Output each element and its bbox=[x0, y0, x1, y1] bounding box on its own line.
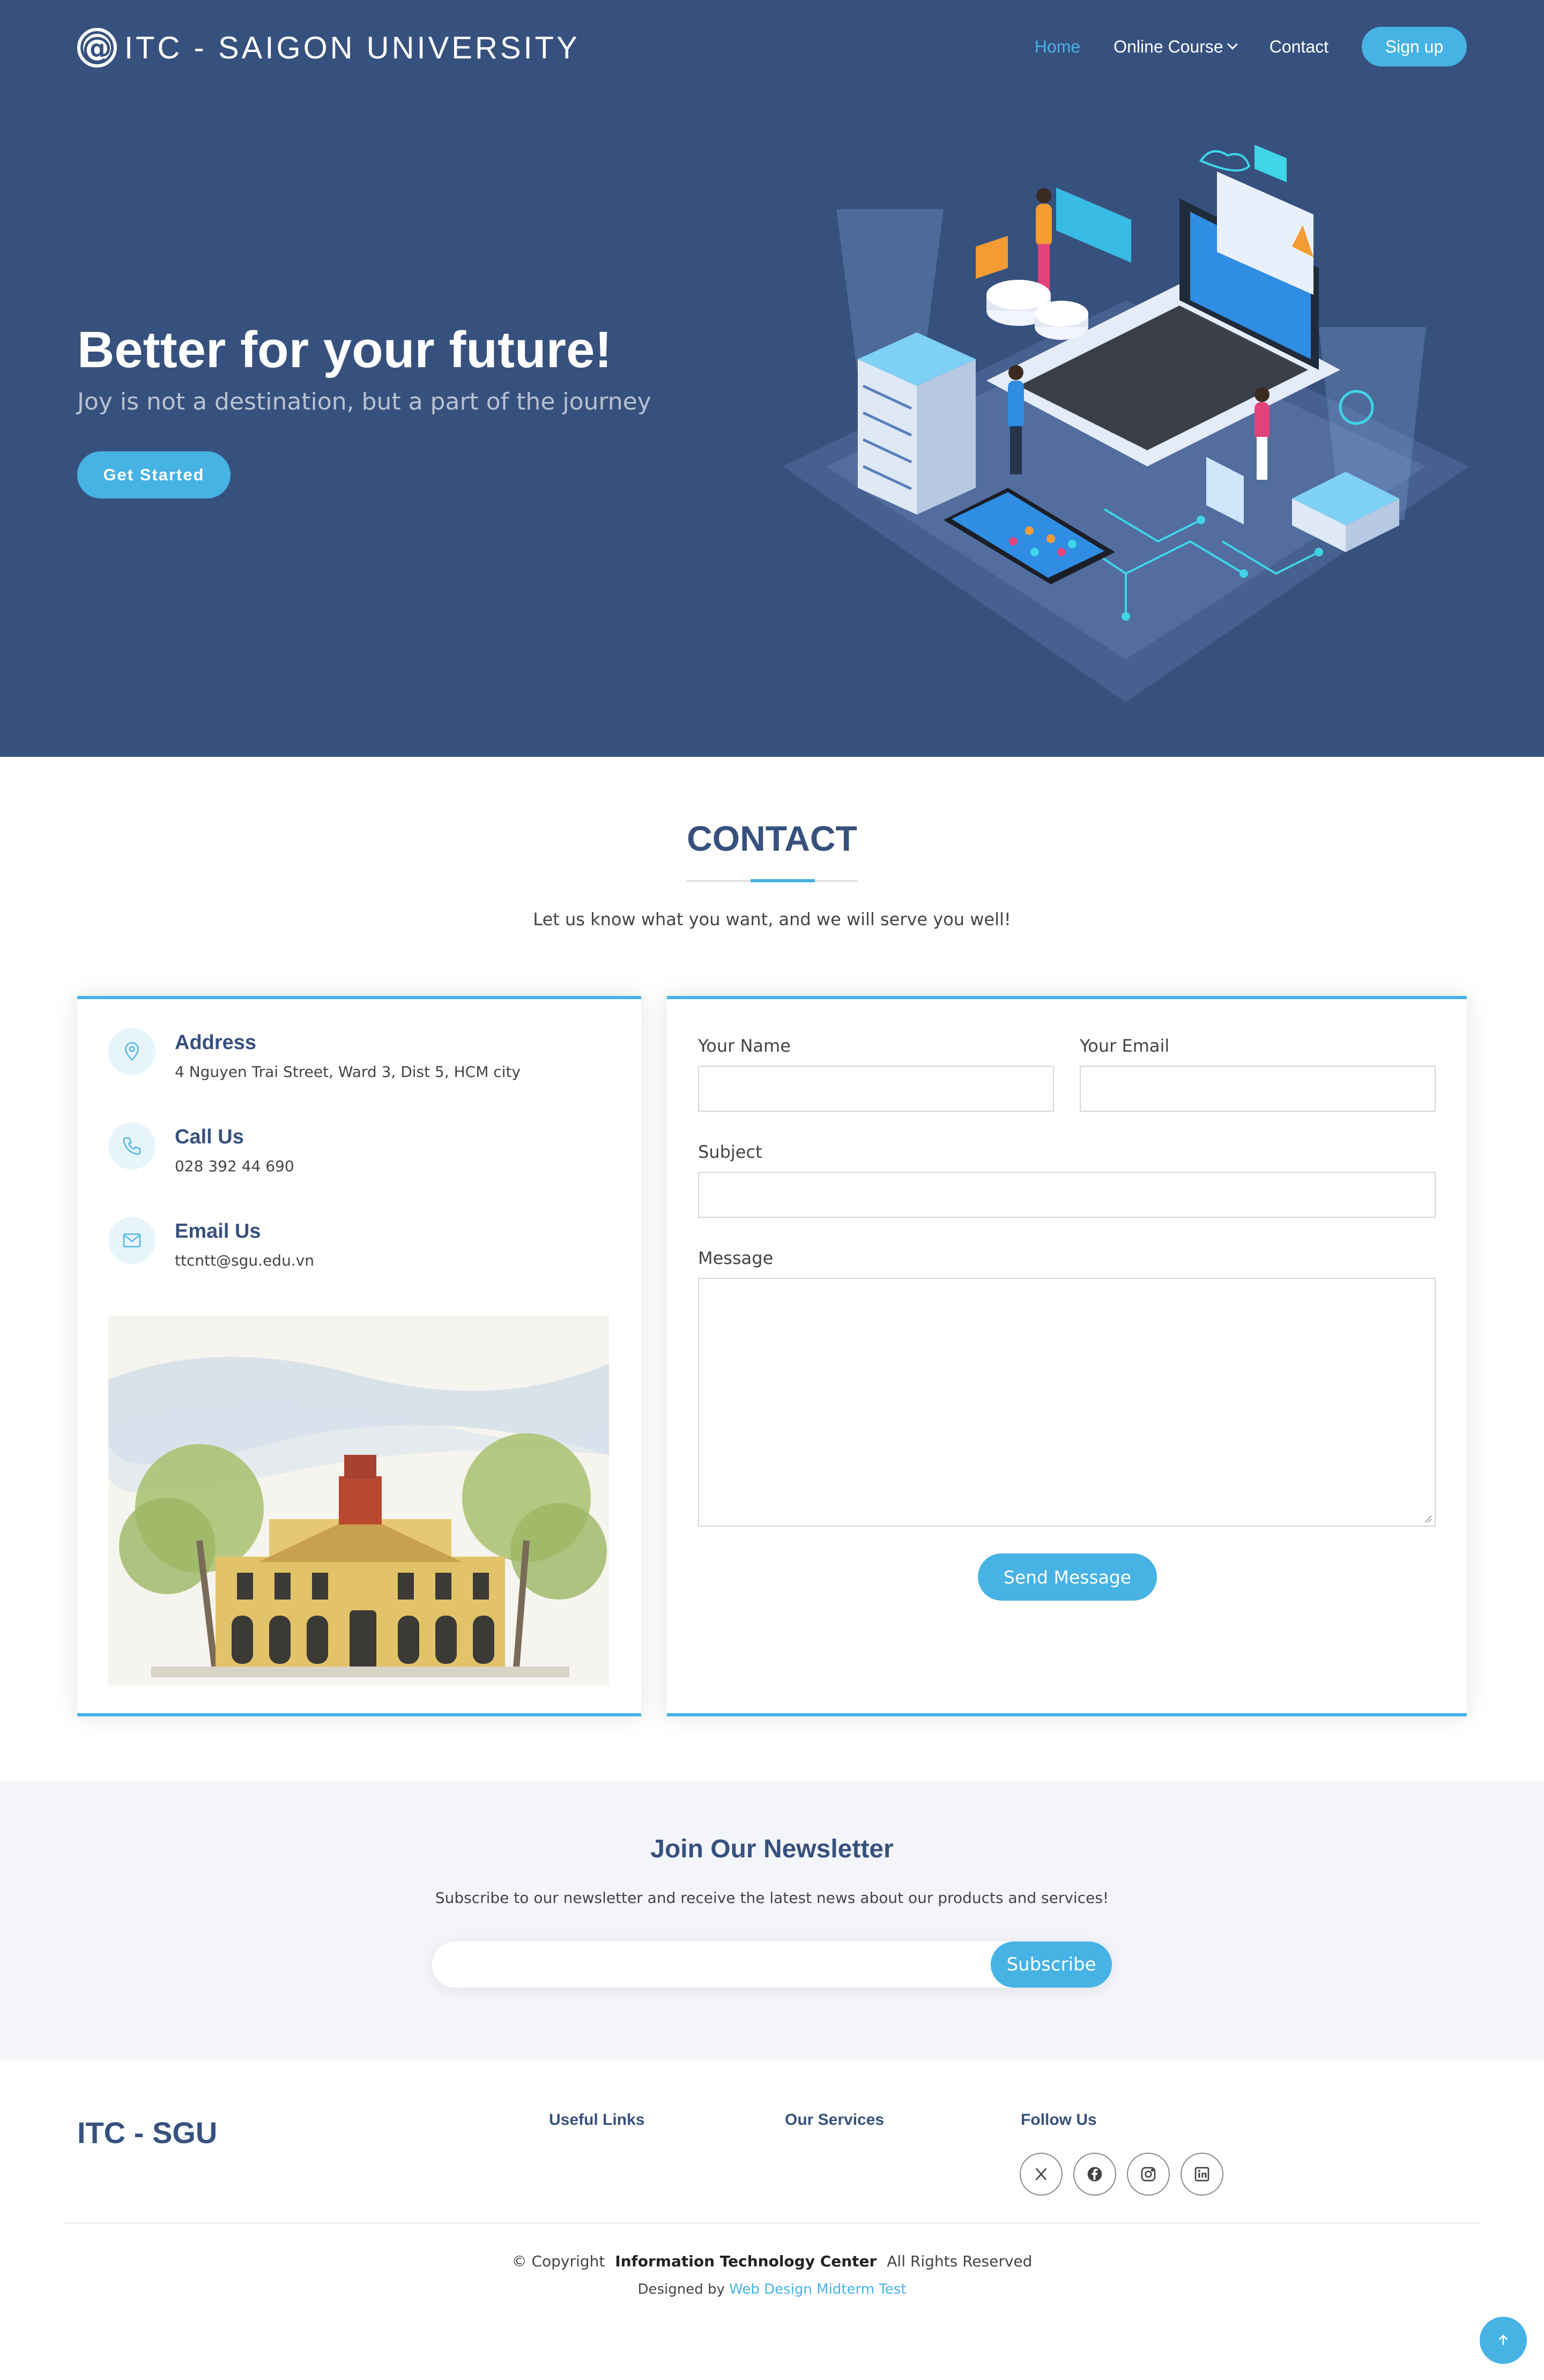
info-email: Email Us ttcntt@sgu.edu.vn bbox=[108, 1217, 314, 1269]
info-address: Address 4 Nguyen Trai Street, Ward 3, Di… bbox=[108, 1028, 521, 1081]
facebook-icon[interactable] bbox=[1073, 2153, 1116, 2196]
main-nav: Home Online Course Contact Sign up bbox=[1001, 27, 1467, 66]
linkedin-icon[interactable] bbox=[1181, 2153, 1223, 2196]
newsletter-email-input[interactable] bbox=[448, 1942, 984, 1988]
instagram-icon[interactable] bbox=[1127, 2153, 1170, 2196]
resize-handle-icon[interactable] bbox=[1424, 1515, 1432, 1523]
name-input[interactable] bbox=[698, 1066, 1054, 1112]
map-pin-icon bbox=[108, 1028, 155, 1075]
subject-label: Subject bbox=[698, 1142, 762, 1162]
footer-brand[interactable]: ITC - SGU bbox=[77, 2115, 217, 2150]
university-building-painting bbox=[108, 1315, 609, 1685]
credits-text: Designed by Web Design Midterm Test bbox=[0, 2281, 1544, 2297]
contact-info-card: Address 4 Nguyen Trai Street, Ward 3, Di… bbox=[77, 996, 641, 1716]
at-sign-logo-icon: @ bbox=[77, 28, 117, 68]
contact-section-title: CONTACT bbox=[687, 819, 857, 858]
contact-form-card: Your Name Your Email Subject Message Sen… bbox=[667, 996, 1467, 1716]
arrow-up-icon bbox=[1498, 2334, 1508, 2345]
hero-section: @ ITC - SAIGON UNIVERSITY Home Online Co… bbox=[0, 0, 1544, 757]
email-value[interactable]: ttcntt@sgu.edu.vn bbox=[175, 1252, 314, 1269]
signup-button[interactable]: Sign up bbox=[1362, 27, 1467, 66]
message-label: Message bbox=[698, 1248, 774, 1268]
newsletter-section: Join Our Newsletter Subscribe to our new… bbox=[0, 1781, 1544, 2059]
hero-title: Better for your future! bbox=[77, 321, 612, 378]
copyright-org: Information Technology Center bbox=[615, 2252, 877, 2270]
phone-value[interactable]: 028 392 44 690 bbox=[175, 1157, 294, 1175]
brand-name: ITC - SAIGON UNIVERSITY bbox=[124, 30, 580, 65]
call-us-label: Call Us bbox=[175, 1126, 244, 1148]
hero-illustration bbox=[783, 145, 1469, 702]
phone-icon bbox=[108, 1122, 155, 1170]
x-icon[interactable] bbox=[1020, 2153, 1063, 2196]
footer-useful-links-heading: Useful Links bbox=[549, 2111, 645, 2129]
address-label: Address bbox=[175, 1031, 257, 1054]
send-message-button[interactable]: Send Message bbox=[978, 1553, 1157, 1601]
email-us-label: Email Us bbox=[175, 1220, 261, 1243]
email-label: Your Email bbox=[1080, 1036, 1170, 1056]
info-phone: Call Us 028 392 44 690 bbox=[108, 1122, 294, 1175]
credits-link[interactable]: Web Design Midterm Test bbox=[729, 2281, 906, 2297]
nav-contact[interactable]: Contact bbox=[1270, 37, 1328, 57]
newsletter-form: Subscribe bbox=[432, 1942, 1112, 1988]
social-links bbox=[1020, 2153, 1223, 2196]
credits-prefix: Designed by bbox=[637, 2281, 725, 2297]
get-started-button[interactable]: Get Started bbox=[77, 451, 231, 499]
copyright-suffix: All Rights Reserved bbox=[887, 2252, 1033, 2270]
newsletter-title: Join Our Newsletter bbox=[650, 1835, 894, 1863]
nav-online-course-label: Online Course bbox=[1114, 36, 1223, 56]
copyright-text: © Copyright Information Technology Cente… bbox=[0, 2252, 1544, 2270]
message-textarea[interactable] bbox=[698, 1278, 1436, 1527]
address-value: 4 Nguyen Trai Street, Ward 3, Dist 5, HC… bbox=[175, 1063, 521, 1081]
newsletter-description: Subscribe to our newsletter and receive … bbox=[435, 1889, 1109, 1907]
subject-input[interactable] bbox=[698, 1172, 1436, 1218]
hero-subtitle: Joy is not a destination, but a part of … bbox=[77, 388, 651, 415]
copyright-prefix: © Copyright bbox=[511, 2252, 605, 2270]
nav-online-course[interactable]: Online Course bbox=[1114, 36, 1238, 57]
footer-follow-heading: Follow Us bbox=[1021, 2111, 1097, 2129]
footer-services-heading: Our Services bbox=[785, 2111, 885, 2129]
title-divider bbox=[686, 879, 858, 882]
chevron-down-icon bbox=[1227, 39, 1238, 50]
back-to-top-button[interactable] bbox=[1480, 2317, 1527, 2364]
site-logo[interactable]: @ ITC - SAIGON UNIVERSITY bbox=[77, 28, 580, 68]
contact-section-description: Let us know what you want, and we will s… bbox=[533, 909, 1011, 929]
subscribe-button[interactable]: Subscribe bbox=[991, 1942, 1112, 1988]
name-label: Your Name bbox=[698, 1036, 791, 1056]
nav-home[interactable]: Home bbox=[1035, 37, 1080, 57]
email-input[interactable] bbox=[1080, 1066, 1436, 1112]
footer-divider bbox=[64, 2222, 1480, 2223]
envelope-icon bbox=[108, 1217, 155, 1264]
